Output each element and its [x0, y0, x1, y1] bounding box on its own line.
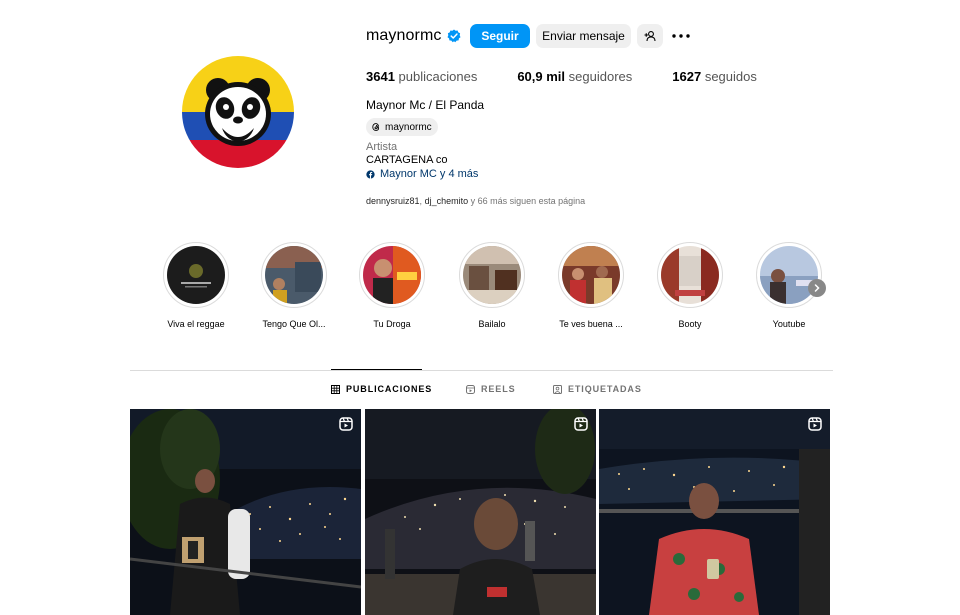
posts-grid: [130, 409, 833, 615]
tab-tagged[interactable]: ETIQUETADAS: [553, 384, 642, 394]
followers-label: seguidores: [568, 69, 633, 84]
posts-stat: 3641 publicaciones: [366, 69, 477, 84]
more-options-icon: [672, 34, 690, 38]
username: maynormc: [366, 27, 442, 44]
highlight-label: Bailalo: [478, 319, 506, 329]
followed-by-text: y 66 más siguen esta página: [468, 196, 586, 206]
more-options-button[interactable]: [668, 24, 694, 48]
highlight-item[interactable]: Viva el reggae: [161, 242, 231, 329]
following-count: 1627: [672, 69, 702, 84]
highlight-label: Te ves buena ...: [559, 319, 623, 329]
tab-reels[interactable]: REELS: [466, 384, 516, 394]
active-tab-indicator: [331, 369, 422, 370]
followers-count: 60,9 mil: [517, 69, 566, 84]
full-name: Maynor Mc / El Panda: [366, 98, 485, 112]
story-highlights: Viva el reggae Tengo Que Ol... Tu Droga …: [160, 242, 840, 332]
reels-icon: [466, 384, 475, 394]
highlight-label: Youtube: [772, 319, 806, 329]
highlight-label: Tengo Que Ol...: [262, 319, 326, 329]
send-message-button[interactable]: Enviar mensaje: [536, 24, 631, 48]
post-thumbnail[interactable]: [130, 409, 361, 615]
highlight-cover: [562, 246, 620, 304]
followed-by-user: dennysruiz81: [366, 196, 420, 206]
threads-icon: [372, 123, 380, 131]
highlight-cover: [363, 246, 421, 304]
verified-badge-icon: [447, 29, 461, 43]
highlight-cover: [760, 246, 818, 304]
followed-by-user: dj_chemito: [424, 196, 469, 206]
following-label: seguidos: [704, 69, 757, 84]
facebook-icon: [366, 169, 375, 179]
highlight-ring: [261, 242, 327, 308]
highlight-ring: [359, 242, 425, 308]
posts-label: publicaciones: [398, 69, 478, 84]
profile-avatar[interactable]: [182, 56, 294, 168]
reel-indicator-icon: [808, 417, 822, 431]
tagged-icon: [553, 384, 562, 394]
link-text: Maynor MC y 4 más: [380, 168, 479, 180]
add-user-icon: [644, 31, 656, 42]
tabs-divider: [130, 370, 833, 371]
highlight-ring: [459, 242, 525, 308]
suggested-accounts-button[interactable]: [637, 24, 663, 48]
post-thumbnail[interactable]: [365, 409, 596, 615]
followed-by[interactable]: dennysruiz81, dj_chemito y 66 más siguen…: [366, 196, 585, 206]
threads-link[interactable]: maynormc: [366, 118, 438, 136]
profile-tabs: PUBLICACIONES REELS ETIQUETADAS: [0, 384, 960, 398]
highlight-cover: [661, 246, 719, 304]
chevron-right-icon: [814, 284, 820, 292]
tab-posts[interactable]: PUBLICACIONES: [331, 384, 432, 394]
highlight-item[interactable]: Booty: [655, 242, 725, 329]
highlights-next-button[interactable]: [808, 279, 826, 297]
highlight-label: Tu Droga: [373, 319, 411, 329]
profile-header: maynormc: [366, 24, 461, 48]
highlight-ring: [756, 242, 822, 308]
highlight-label: Viva el reggae: [167, 319, 225, 329]
followers-stat[interactable]: 60,9 mil seguidores: [517, 69, 632, 84]
tab-reels-label: REELS: [481, 384, 516, 394]
highlight-item[interactable]: Bailalo: [457, 242, 527, 329]
reel-indicator-icon: [574, 417, 588, 431]
posts-count: 3641: [366, 69, 395, 84]
profile-bio: CARTAGENA co: [366, 154, 448, 166]
highlight-ring: [558, 242, 624, 308]
highlight-item[interactable]: Te ves buena ...: [556, 242, 626, 329]
following-stat[interactable]: 1627 seguidos: [672, 69, 757, 84]
highlight-item[interactable]: Tengo Que Ol...: [259, 242, 329, 329]
threads-handle: maynormc: [385, 121, 432, 133]
profile-category: Artista: [366, 141, 398, 153]
post-thumbnail[interactable]: [599, 409, 830, 615]
highlight-ring: [163, 242, 229, 308]
highlight-ring: [657, 242, 723, 308]
grid-icon: [331, 384, 340, 394]
highlight-label: Booty: [678, 319, 702, 329]
tab-tagged-label: ETIQUETADAS: [568, 384, 642, 394]
external-links[interactable]: Maynor MC y 4 más: [366, 168, 478, 180]
tab-posts-label: PUBLICACIONES: [346, 384, 433, 394]
follow-button[interactable]: Seguir: [470, 24, 530, 48]
highlight-item[interactable]: Tu Droga: [357, 242, 427, 329]
highlight-cover: [265, 246, 323, 304]
reel-indicator-icon: [339, 417, 353, 431]
highlight-cover: [463, 246, 521, 304]
profile-stats: 3641 publicaciones 60,9 mil seguidores 1…: [366, 69, 797, 84]
highlight-cover: [167, 246, 225, 304]
